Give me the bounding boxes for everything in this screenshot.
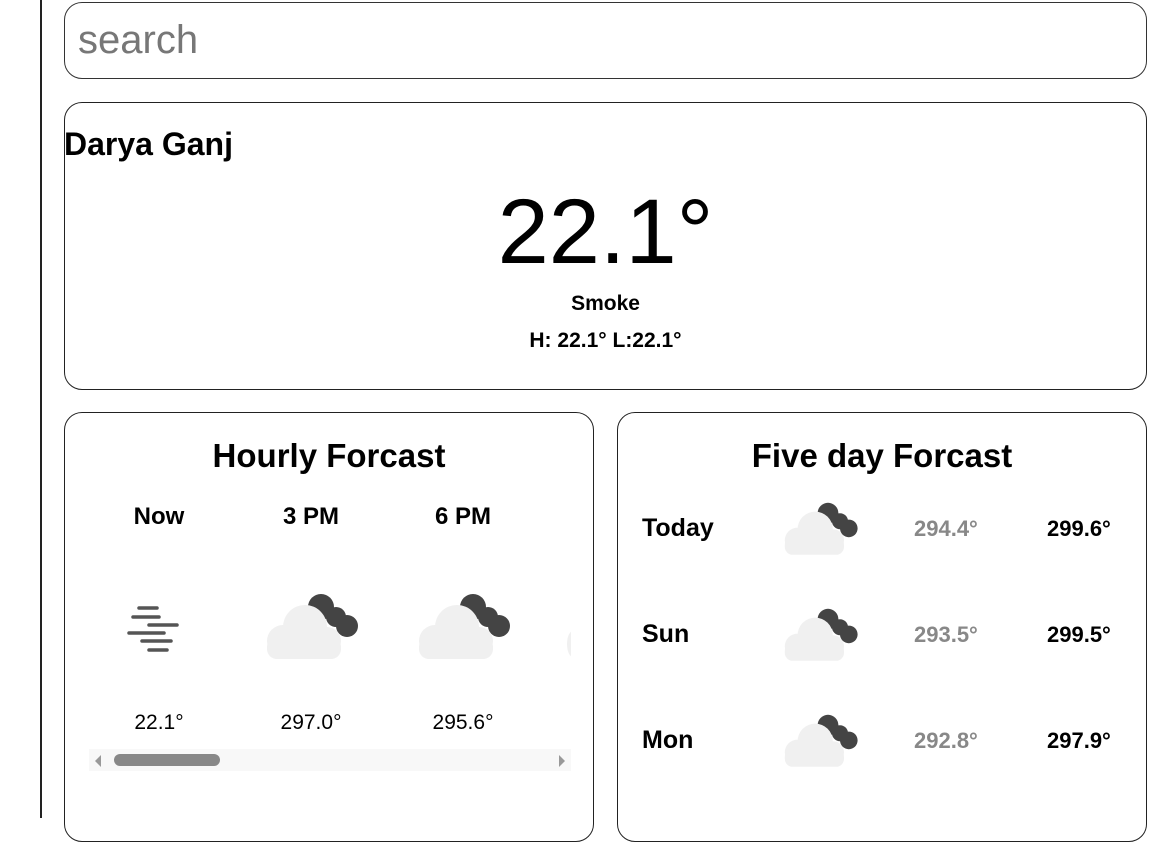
day-label: Today <box>642 514 714 542</box>
hourly-label: Now <box>133 503 185 530</box>
low-temp: 292.8° <box>914 728 978 753</box>
hourly-forecast-card: Hourly Forcast Now 22.1° 3 PM 297.0° 6 P… <box>64 412 594 842</box>
hourly-label: 3 PM <box>282 503 339 530</box>
low-temp: 294.4° <box>914 516 978 541</box>
hourly-temp: 22.1° <box>134 711 184 733</box>
current-temperature: 22.1° <box>497 181 714 283</box>
forecast-row: Today 294.4° 299.6° <box>618 498 1148 558</box>
weather-condition: Smoke <box>571 292 640 315</box>
search-input[interactable] <box>64 2 1147 79</box>
partly-cloudy-icon <box>267 594 358 659</box>
high-temp: 299.5° <box>1047 622 1111 647</box>
low-temp: 293.5° <box>914 622 978 647</box>
high-low: H: 22.1° L:22.1° <box>529 329 682 352</box>
hourly-temp: 297.0° <box>280 711 342 733</box>
forecast-row: Sun 293.5° 299.5° <box>618 604 1148 664</box>
forecast-row: Mon 292.8° 297.9° <box>618 710 1148 770</box>
partly-cloudy-icon <box>784 608 858 661</box>
scroll-left-arrow[interactable] <box>95 755 101 767</box>
hourly-scroller[interactable]: Now 22.1° 3 PM 297.0° 6 PM 295.6° <box>89 493 571 733</box>
day-label: Mon <box>642 726 694 754</box>
hourly-title: Hourly Forcast <box>212 437 446 474</box>
day-label: Sun <box>642 620 690 648</box>
hourly-temp: 295.6° <box>432 711 494 733</box>
scroll-right-arrow[interactable] <box>559 755 565 767</box>
partly-cloudy-icon <box>784 714 858 767</box>
horizontal-scrollbar[interactable] <box>89 749 571 771</box>
fog-icon <box>127 606 179 652</box>
scrollbar-thumb[interactable] <box>114 754 220 766</box>
city-name: Darya Ganj <box>64 126 233 162</box>
partly-cloudy-icon <box>567 631 571 657</box>
high-temp: 297.9° <box>1047 728 1111 753</box>
hourly-label: 6 PM <box>434 503 491 530</box>
partly-cloudy-icon <box>784 502 858 555</box>
five-day-forecast-card: Five day Forcast Today 294.4° 299.6° Sun… <box>617 412 1147 842</box>
partly-cloudy-icon <box>419 594 510 659</box>
page-divider <box>40 0 42 818</box>
five-day-title: Five day Forcast <box>751 437 1013 474</box>
high-temp: 299.6° <box>1047 516 1111 541</box>
